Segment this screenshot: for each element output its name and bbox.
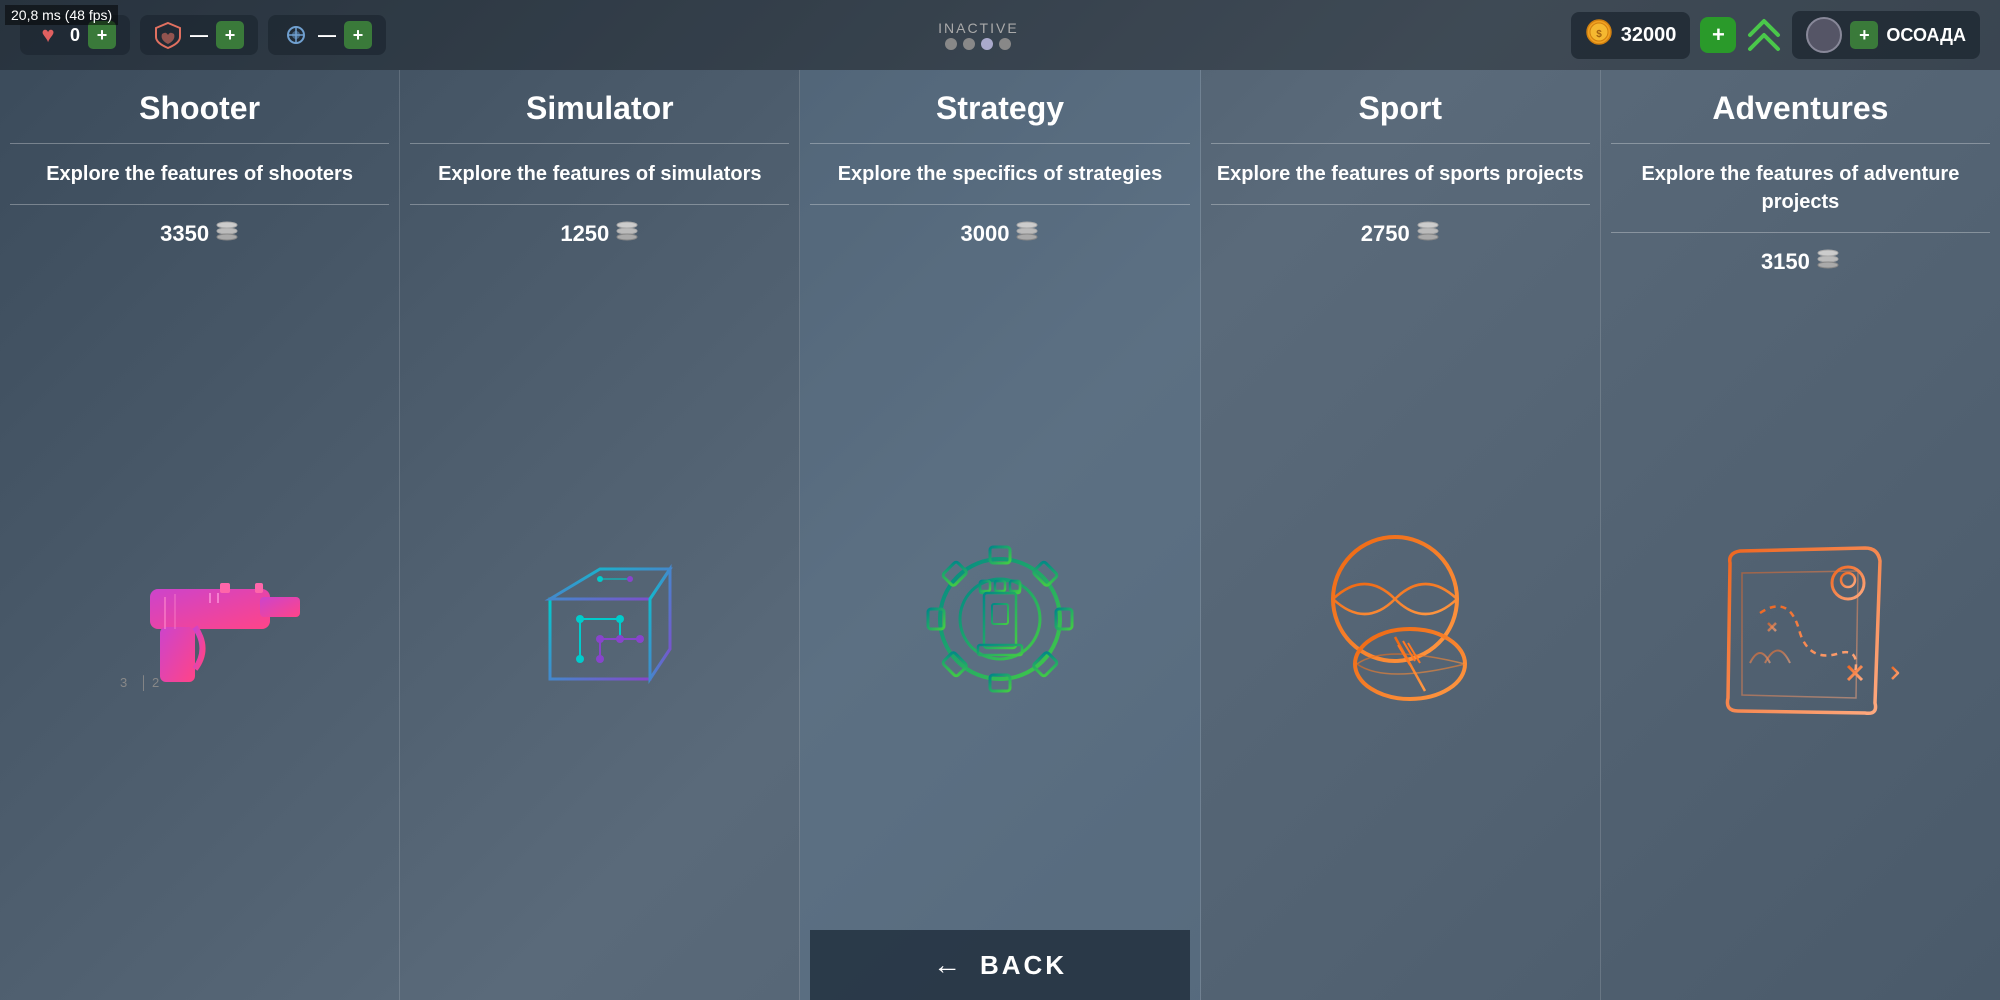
category-list: Shooter Explore the features of shooters…: [0, 70, 2000, 1000]
strategy-icon: [810, 257, 1189, 980]
coin-icon: $: [1585, 18, 1613, 53]
sport-icon: [1211, 257, 1590, 980]
coin-block: $ 32000: [1571, 12, 1691, 59]
simulator-icon: [410, 257, 789, 980]
gem-block: — +: [268, 15, 386, 55]
coin-value: 32000: [1621, 24, 1677, 47]
dot-2: [963, 38, 975, 50]
shield-value: —: [190, 25, 208, 46]
hud-bar: ♥ 0 + — +: [0, 0, 2000, 70]
shooter-icon: 3 │ 2: [10, 257, 389, 980]
add-shield-button[interactable]: +: [216, 21, 244, 49]
add-gem-button[interactable]: +: [344, 21, 372, 49]
username: ОСОАДА: [1886, 25, 1966, 46]
coin-stack-icon-5: [1816, 249, 1840, 275]
strategy-title: Strategy: [810, 90, 1189, 144]
sport-title: Sport: [1211, 90, 1590, 144]
rank-up-icon: [1746, 7, 1782, 63]
category-strategy[interactable]: Strategy Explore the specifics of strate…: [800, 70, 1200, 1000]
sport-price: 2750: [1211, 221, 1590, 247]
hud-right: $ 32000 + + ОСОАДА: [1571, 7, 1980, 63]
dot-4: [999, 38, 1011, 50]
add-coins-button[interactable]: +: [1700, 17, 1736, 53]
svg-text:$: $: [1596, 29, 1602, 40]
shooter-title: Shooter: [10, 90, 389, 144]
dot-1: [945, 38, 957, 50]
category-simulator[interactable]: Simulator Explore the features of simula…: [400, 70, 800, 1000]
simulator-desc: Explore the features of simulators: [410, 160, 789, 205]
shield-icon: [154, 21, 182, 49]
fps-counter: 20,8 ms (48 fps): [5, 5, 118, 25]
shield-block: — +: [140, 15, 258, 55]
strategy-price: 3000: [810, 221, 1189, 247]
user-block: + ОСОАДА: [1792, 11, 1980, 59]
adventure-desc: Explore the features of adventure projec…: [1611, 160, 1990, 233]
svg-text:3: 3: [120, 675, 127, 690]
inactive-label: INACTIVE: [938, 20, 1019, 36]
coin-stack-icon-4: [1416, 221, 1440, 247]
category-sport[interactable]: Sport Explore the features of sports pro…: [1201, 70, 1601, 1000]
health-value: 0: [70, 25, 80, 46]
strategy-desc: Explore the specifics of strategies: [810, 160, 1189, 205]
dot-3: [981, 38, 993, 50]
shooter-desc: Explore the features of shooters: [10, 160, 389, 205]
avatar: [1806, 17, 1842, 53]
svg-text:│: │: [140, 675, 148, 691]
category-shooter[interactable]: Shooter Explore the features of shooters…: [0, 70, 400, 1000]
simulator-price: 1250: [410, 221, 789, 247]
back-arrow-icon: ←: [933, 949, 964, 981]
user-add-button[interactable]: +: [1850, 21, 1878, 49]
svg-text:2: 2: [152, 675, 159, 690]
adventure-price: 3150: [1611, 249, 1990, 275]
shooter-price: 3350: [10, 221, 389, 247]
adventure-title: Adventures: [1611, 90, 1990, 144]
gem-icon: [282, 21, 310, 49]
progress-dots: [945, 38, 1011, 50]
coin-stack-icon: [215, 221, 239, 247]
heart-icon: ♥: [34, 21, 62, 49]
simulator-title: Simulator: [410, 90, 789, 144]
hud-center: INACTIVE: [938, 20, 1019, 50]
sport-desc: Explore the features of sports projects: [1211, 160, 1590, 205]
category-adventure[interactable]: Adventures Explore the features of adven…: [1601, 70, 2000, 1000]
coin-stack-icon-2: [615, 221, 639, 247]
add-health-button[interactable]: +: [88, 21, 116, 49]
coin-stack-icon-3: [1015, 221, 1039, 247]
adventure-icon: [1611, 285, 1990, 980]
back-label: BACK: [980, 950, 1067, 981]
back-button[interactable]: ← BACK: [810, 930, 1190, 1000]
gem-value: —: [318, 25, 336, 46]
back-button-container: ← BACK: [810, 930, 1190, 1000]
